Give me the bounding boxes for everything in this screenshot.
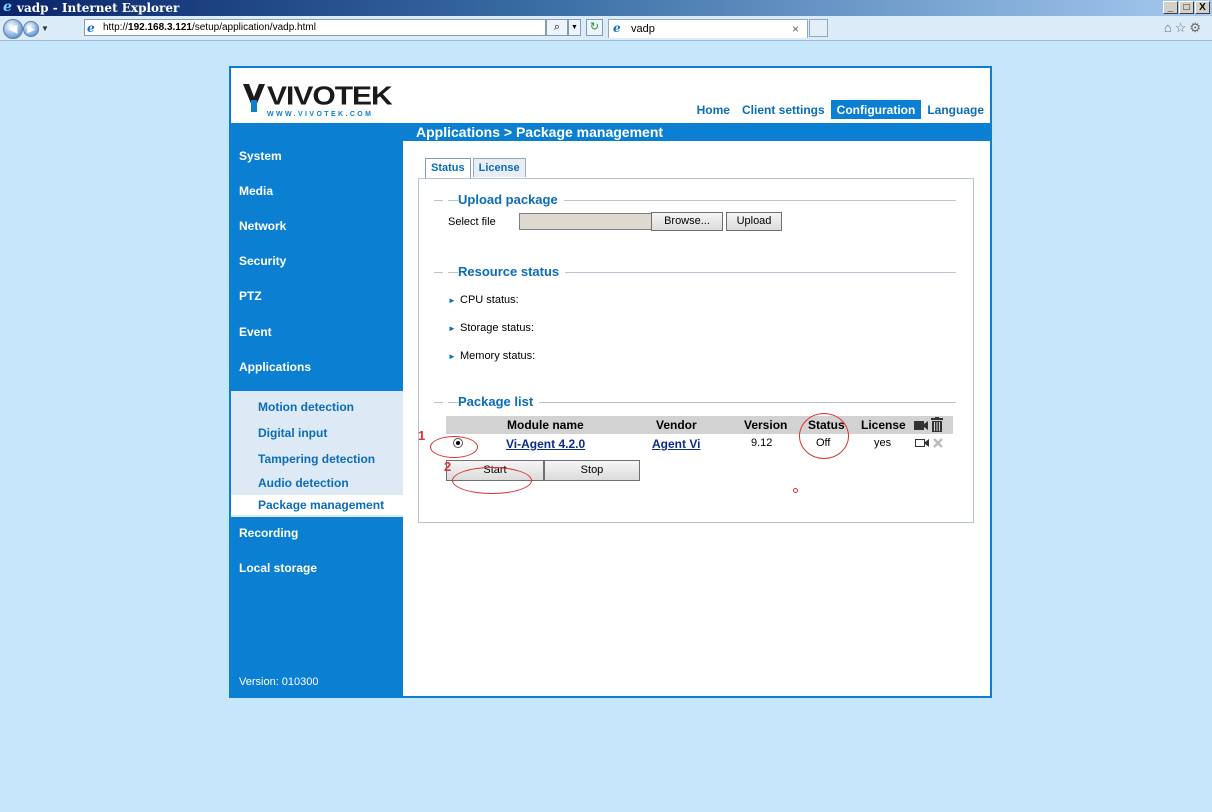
sidebar-item-applications[interactable]: Applications <box>239 360 311 374</box>
cpu-expand-icon[interactable]: ► <box>448 296 456 305</box>
version-value: 9.12 <box>751 437 773 449</box>
forward-arrow-icon[interactable]: ▶ <box>23 21 39 37</box>
sidebar-item-security[interactable]: Security <box>239 254 286 268</box>
sidebar: System Media Network Security PTZ Event … <box>231 141 403 696</box>
upload-package-title: Upload package <box>458 192 564 207</box>
address-url[interactable]: http://192.168.3.121/setup/application/v… <box>103 22 316 33</box>
close-tab-icon[interactable]: × <box>792 22 799 36</box>
applications-submenu: Motion detection Digital input Tampering… <box>231 391 403 517</box>
firmware-version: Version: 010300 <box>239 676 319 688</box>
tab-license[interactable]: License <box>472 158 526 177</box>
upload-package-section: Upload package <box>434 192 956 207</box>
tab-status[interactable]: Status <box>425 158 471 178</box>
storage-status-label[interactable]: Storage status: <box>460 322 534 334</box>
window-controls: _ □ X <box>1163 1 1210 14</box>
license-value: yes <box>874 437 892 449</box>
storage-expand-icon[interactable]: ► <box>448 324 456 333</box>
submenu-audio-detection[interactable]: Audio detection <box>258 476 349 490</box>
submenu-digital-input[interactable]: Digital input <box>258 426 327 440</box>
search-icon[interactable]: ⌕ <box>546 19 568 36</box>
close-button[interactable]: X <box>1195 1 1210 14</box>
memory-status-label[interactable]: Memory status: <box>460 350 535 362</box>
sidebar-item-ptz[interactable]: PTZ <box>239 289 262 303</box>
resource-status-title: Resource status <box>458 264 566 279</box>
browser-tools: ⌂☆⚙ <box>1164 20 1204 36</box>
memory-expand-icon[interactable]: ► <box>448 352 456 361</box>
delete-package-icon[interactable] <box>933 438 943 448</box>
resource-status-section: Resource status <box>434 264 956 279</box>
maximize-button[interactable]: □ <box>1179 1 1194 14</box>
nav-configuration[interactable]: Configuration <box>830 100 922 119</box>
status-value: Off <box>816 437 831 449</box>
browse-button[interactable]: Browse... <box>651 212 723 231</box>
history-dropdown-icon[interactable]: ▼ <box>41 24 49 33</box>
page-icon: e <box>87 21 95 35</box>
sidebar-item-event[interactable]: Event <box>239 325 272 339</box>
main-content: Status License Upload package Select fil… <box>403 141 990 696</box>
new-tab-button[interactable] <box>809 19 828 37</box>
annotation-number-2: 2 <box>444 459 452 474</box>
status-panel: Upload package Select file Browse... Upl… <box>418 178 974 523</box>
annotation-number-1: 1 <box>418 428 426 443</box>
package-select-radio[interactable] <box>453 438 463 448</box>
sidebar-item-local-storage[interactable]: Local storage <box>239 561 317 575</box>
package-table-header: Module name Vendor Version Status Licens… <box>446 416 953 434</box>
refresh-icon[interactable]: ↻ <box>586 19 603 36</box>
tab-title: vadp <box>631 23 655 35</box>
sidebar-item-system[interactable]: System <box>239 149 282 163</box>
content-tabs: Status License <box>425 158 526 178</box>
breadcrumb: Applications > Package management <box>416 124 664 140</box>
sidebar-item-recording[interactable]: Recording <box>239 526 298 540</box>
col-license: License <box>861 418 906 432</box>
module-name-link[interactable]: Vi-Agent 4.2.0 <box>506 437 585 451</box>
sidebar-item-media[interactable]: Media <box>239 184 273 198</box>
home-icon[interactable]: ⌂ <box>1164 20 1175 35</box>
stop-button[interactable]: Stop <box>544 460 640 481</box>
col-module-name: Module name <box>507 418 584 432</box>
top-navigation: Home Client settings Configuration Langu… <box>691 100 990 119</box>
package-list-section: Package list <box>434 394 956 409</box>
logo-url: WWW.VIVOTEK.COM <box>267 111 374 118</box>
window-titlebar: e vadp - Internet Explorer _ □ X <box>0 0 1212 16</box>
start-button[interactable]: Start <box>446 460 544 481</box>
file-path-input[interactable] <box>519 213 651 230</box>
upload-button[interactable]: Upload <box>726 212 782 231</box>
select-file-label: Select file <box>448 216 496 228</box>
favorites-star-icon[interactable]: ☆ <box>1175 20 1190 35</box>
package-list-title: Package list <box>458 394 540 409</box>
tab-page-icon: e <box>613 21 621 35</box>
col-version: Version <box>744 418 788 432</box>
camera-config-icon[interactable] <box>915 438 929 448</box>
address-dropdown-icon[interactable]: ▼ <box>568 19 581 36</box>
page-banner: Applications > Package management <box>231 123 990 141</box>
table-row: Vi-Agent 4.2.0 Agent Vi 9.12 Off yes <box>446 434 953 452</box>
vendor-link[interactable]: Agent Vi <box>652 437 700 451</box>
cpu-status-label[interactable]: CPU status: <box>460 294 519 306</box>
gear-icon[interactable]: ⚙ <box>1189 20 1204 35</box>
nav-home[interactable]: Home <box>691 100 736 119</box>
browser-navbar: ◀ ▶ ▼ e http://192.168.3.121/setup/appli… <box>0 16 1212 41</box>
camera-web-page: VIVOTEK WWW.VIVOTEK.COM Home Client sett… <box>229 66 992 698</box>
submenu-motion-detection[interactable]: Motion detection <box>258 400 354 414</box>
nav-language[interactable]: Language <box>921 100 990 119</box>
nav-client-settings[interactable]: Client settings <box>736 100 831 119</box>
camera-column-icon <box>914 421 928 430</box>
col-vendor: Vendor <box>656 418 697 432</box>
vivotek-logo: VIVOTEK WWW.VIVOTEK.COM <box>241 82 401 126</box>
sidebar-item-network[interactable]: Network <box>239 219 286 233</box>
logo-wordmark: VIVOTEK <box>267 82 393 111</box>
submenu-tampering-detection[interactable]: Tampering detection <box>258 452 375 466</box>
col-status: Status <box>808 418 845 432</box>
address-bar[interactable]: e http://192.168.3.121/setup/application… <box>84 19 546 36</box>
trash-column-icon <box>931 417 943 432</box>
ie-logo-icon: e <box>3 0 12 15</box>
submenu-package-management[interactable]: Package management <box>231 495 403 515</box>
back-arrow-icon[interactable]: ◀ <box>3 19 23 39</box>
browser-tab[interactable]: e vadp × <box>608 19 808 38</box>
vivotek-logo-mark-icon <box>243 84 265 112</box>
minimize-button[interactable]: _ <box>1163 1 1178 14</box>
window-title: vadp - Internet Explorer <box>17 1 180 15</box>
